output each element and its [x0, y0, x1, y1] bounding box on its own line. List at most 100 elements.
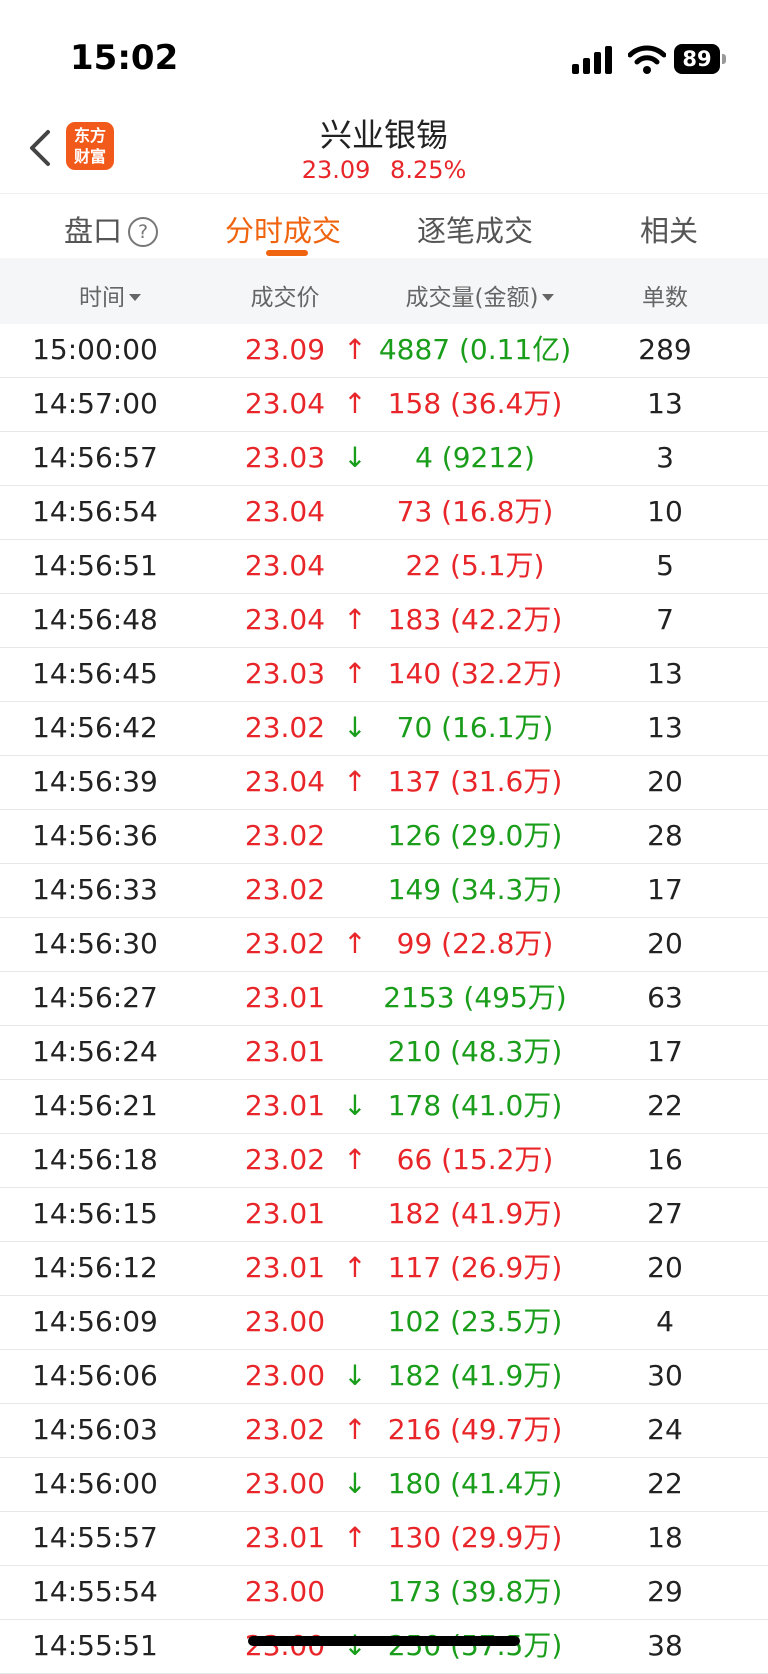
table-row: 14:56:30 23.02 ↑ 99 (22.8万) 20 [0, 918, 768, 972]
trade-time: 14:56:30 [32, 927, 158, 960]
trade-time: 14:56:00 [32, 1467, 158, 1500]
trade-count: 20 [647, 927, 683, 960]
sort-caret-icon [129, 294, 141, 301]
tab-bar: 盘口? 分时成交 逐笔成交 相关 [0, 193, 768, 258]
trade-volume: 183 (42.2万) [387, 603, 563, 636]
trade-time: 14:56:15 [32, 1197, 158, 1230]
trade-volume: 4 (9212) [415, 441, 535, 474]
table-row: 14:55:57 23.01 ↑ 130 (29.9万) 18 [0, 1512, 768, 1566]
trade-price: 23.04 [244, 549, 326, 582]
column-count: 单数 [642, 285, 688, 311]
trade-volume: 2153 (495万) [383, 981, 567, 1014]
trade-count: 13 [647, 657, 683, 690]
table-row: 14:56:27 23.01 2153 (495万) 63 [0, 972, 768, 1026]
table-row: 14:56:33 23.02 149 (34.3万) 17 [0, 864, 768, 918]
trade-time: 14:56:24 [32, 1035, 158, 1068]
trade-volume: 66 (15.2万) [396, 1143, 554, 1176]
trade-volume: 216 (49.7万) [387, 1413, 563, 1446]
trade-time: 14:57:00 [32, 387, 158, 420]
trade-count: 22 [647, 1467, 683, 1500]
trade-time: 14:56:06 [32, 1359, 158, 1392]
trade-count: 30 [647, 1359, 683, 1392]
trade-volume: 130 (29.9万) [387, 1521, 563, 1554]
trade-price: 23.02 [244, 1143, 326, 1176]
table-row: 14:56:39 23.04 ↑ 137 (31.6万) 20 [0, 756, 768, 810]
tab-related[interactable]: 相关 [640, 208, 698, 250]
trade-time: 14:56:39 [32, 765, 158, 798]
trade-price: 23.04 [244, 603, 326, 636]
trade-time: 14:56:48 [32, 603, 158, 636]
trade-price: 23.04 [244, 387, 326, 420]
trade-volume: 22 (5.1万) [405, 549, 545, 582]
trade-count: 13 [647, 387, 683, 420]
trade-price: 23.01 [244, 1035, 326, 1068]
cellular-signal-icon [572, 46, 612, 74]
battery-icon: 89 [674, 44, 726, 74]
tab-order-book[interactable]: 盘口? [64, 208, 159, 250]
trade-volume: 126 (29.0万) [387, 819, 563, 852]
trades-list[interactable]: 15:00:00 23.09 ↑ 4887 (0.11亿) 289 14:57:00 23.… [0, 324, 768, 1674]
trade-count: 20 [647, 1251, 683, 1284]
column-header: 时间 成交价 成交量(金额) 单数 [0, 258, 768, 324]
trade-count: 18 [647, 1521, 683, 1554]
stock-price: 23.09 [301, 156, 371, 184]
trade-count: 17 [647, 1035, 683, 1068]
trade-volume: 182 (41.9万) [387, 1359, 563, 1392]
table-row: 14:55:5123.00↓250 (57.5万)38 [0, 1620, 768, 1674]
table-row: 14:56:09 23.00 102 (23.5万) 4 [0, 1296, 768, 1350]
trade-time: 14:56:42 [32, 711, 158, 744]
active-tab-indicator [266, 250, 308, 256]
trade-price: 23.02 [244, 927, 326, 960]
trade-time: 14:56:57 [32, 441, 158, 474]
trade-volume: 117 (26.9万) [387, 1251, 563, 1284]
status-time: 15:02 [70, 38, 179, 78]
trade-count: 20 [647, 765, 683, 798]
trade-price: 23.03 [244, 441, 326, 474]
trade-count: 38 [647, 1629, 683, 1662]
trade-volume: 210 (48.3万) [387, 1035, 563, 1068]
trade-time: 14:56:27 [32, 981, 158, 1014]
trade-time: 14:56:45 [32, 657, 158, 690]
trade-count: 5 [656, 549, 674, 582]
trade-volume: 102 (23.5万) [387, 1305, 563, 1338]
trade-price: 23.00 [244, 1467, 326, 1500]
wifi-icon [628, 45, 666, 74]
trade-count: 17 [647, 873, 683, 906]
trade-time: 14:56:09 [32, 1305, 158, 1338]
trade-volume: 182 (41.9万) [387, 1197, 563, 1230]
trade-count: 28 [647, 819, 683, 852]
table-row: 14:56:15 23.01 182 (41.9万) 27 [0, 1188, 768, 1242]
trade-volume: 180 (41.4万) [387, 1467, 563, 1500]
trade-price: 23.00 [244, 1305, 326, 1338]
trade-price: 23.00 [230, 1620, 340, 1672]
nav-header: 东方 财富 兴业银锡 23.09 8.25% [0, 100, 768, 192]
tab-tick-trades[interactable]: 逐笔成交 [417, 208, 533, 250]
sort-caret-icon [542, 294, 555, 301]
table-row: 14:56:48 23.04 ↑ 183 (42.2万) 7 [0, 594, 768, 648]
trade-time: 15:00:00 [32, 333, 158, 366]
table-row: 14:56:54 23.04 73 (16.8万) 10 [0, 486, 768, 540]
trade-price: 23.01 [244, 981, 326, 1014]
trade-price: 23.04 [244, 495, 326, 528]
trade-volume: 140 (32.2万) [387, 657, 563, 690]
trade-price: 23.02 [244, 873, 326, 906]
trade-volume: 137 (31.6万) [387, 765, 563, 798]
tab-timeshare-trades[interactable]: 分时成交 [225, 208, 341, 250]
trade-price: 23.01 [244, 1251, 326, 1284]
column-volume[interactable]: 成交量(金额) [380, 278, 580, 312]
table-row: 14:56:03 23.02 ↑ 216 (49.7万) 24 [0, 1404, 768, 1458]
trade-price: 23.09 [244, 333, 326, 366]
trade-volume: 4887 (0.11亿) [378, 333, 572, 366]
table-row: 14:56:51 23.04 22 (5.1万) 5 [0, 540, 768, 594]
trade-volume: 250 (57.5万) [360, 1620, 590, 1672]
help-icon[interactable]: ? [128, 217, 159, 247]
trade-volume: 149 (34.3万) [387, 873, 563, 906]
trade-count: 4 [656, 1305, 674, 1338]
table-row: 14:56:42 23.02 ↓ 70 (16.1万) 13 [0, 702, 768, 756]
column-time[interactable]: 时间 [40, 278, 180, 312]
trade-count: 10 [647, 495, 683, 528]
trade-volume: 158 (36.4万) [387, 387, 563, 420]
table-row: 15:00:00 23.09 ↑ 4887 (0.11亿) 289 [0, 324, 768, 378]
trade-count: 13 [647, 711, 683, 744]
trade-count: 16 [647, 1143, 683, 1176]
